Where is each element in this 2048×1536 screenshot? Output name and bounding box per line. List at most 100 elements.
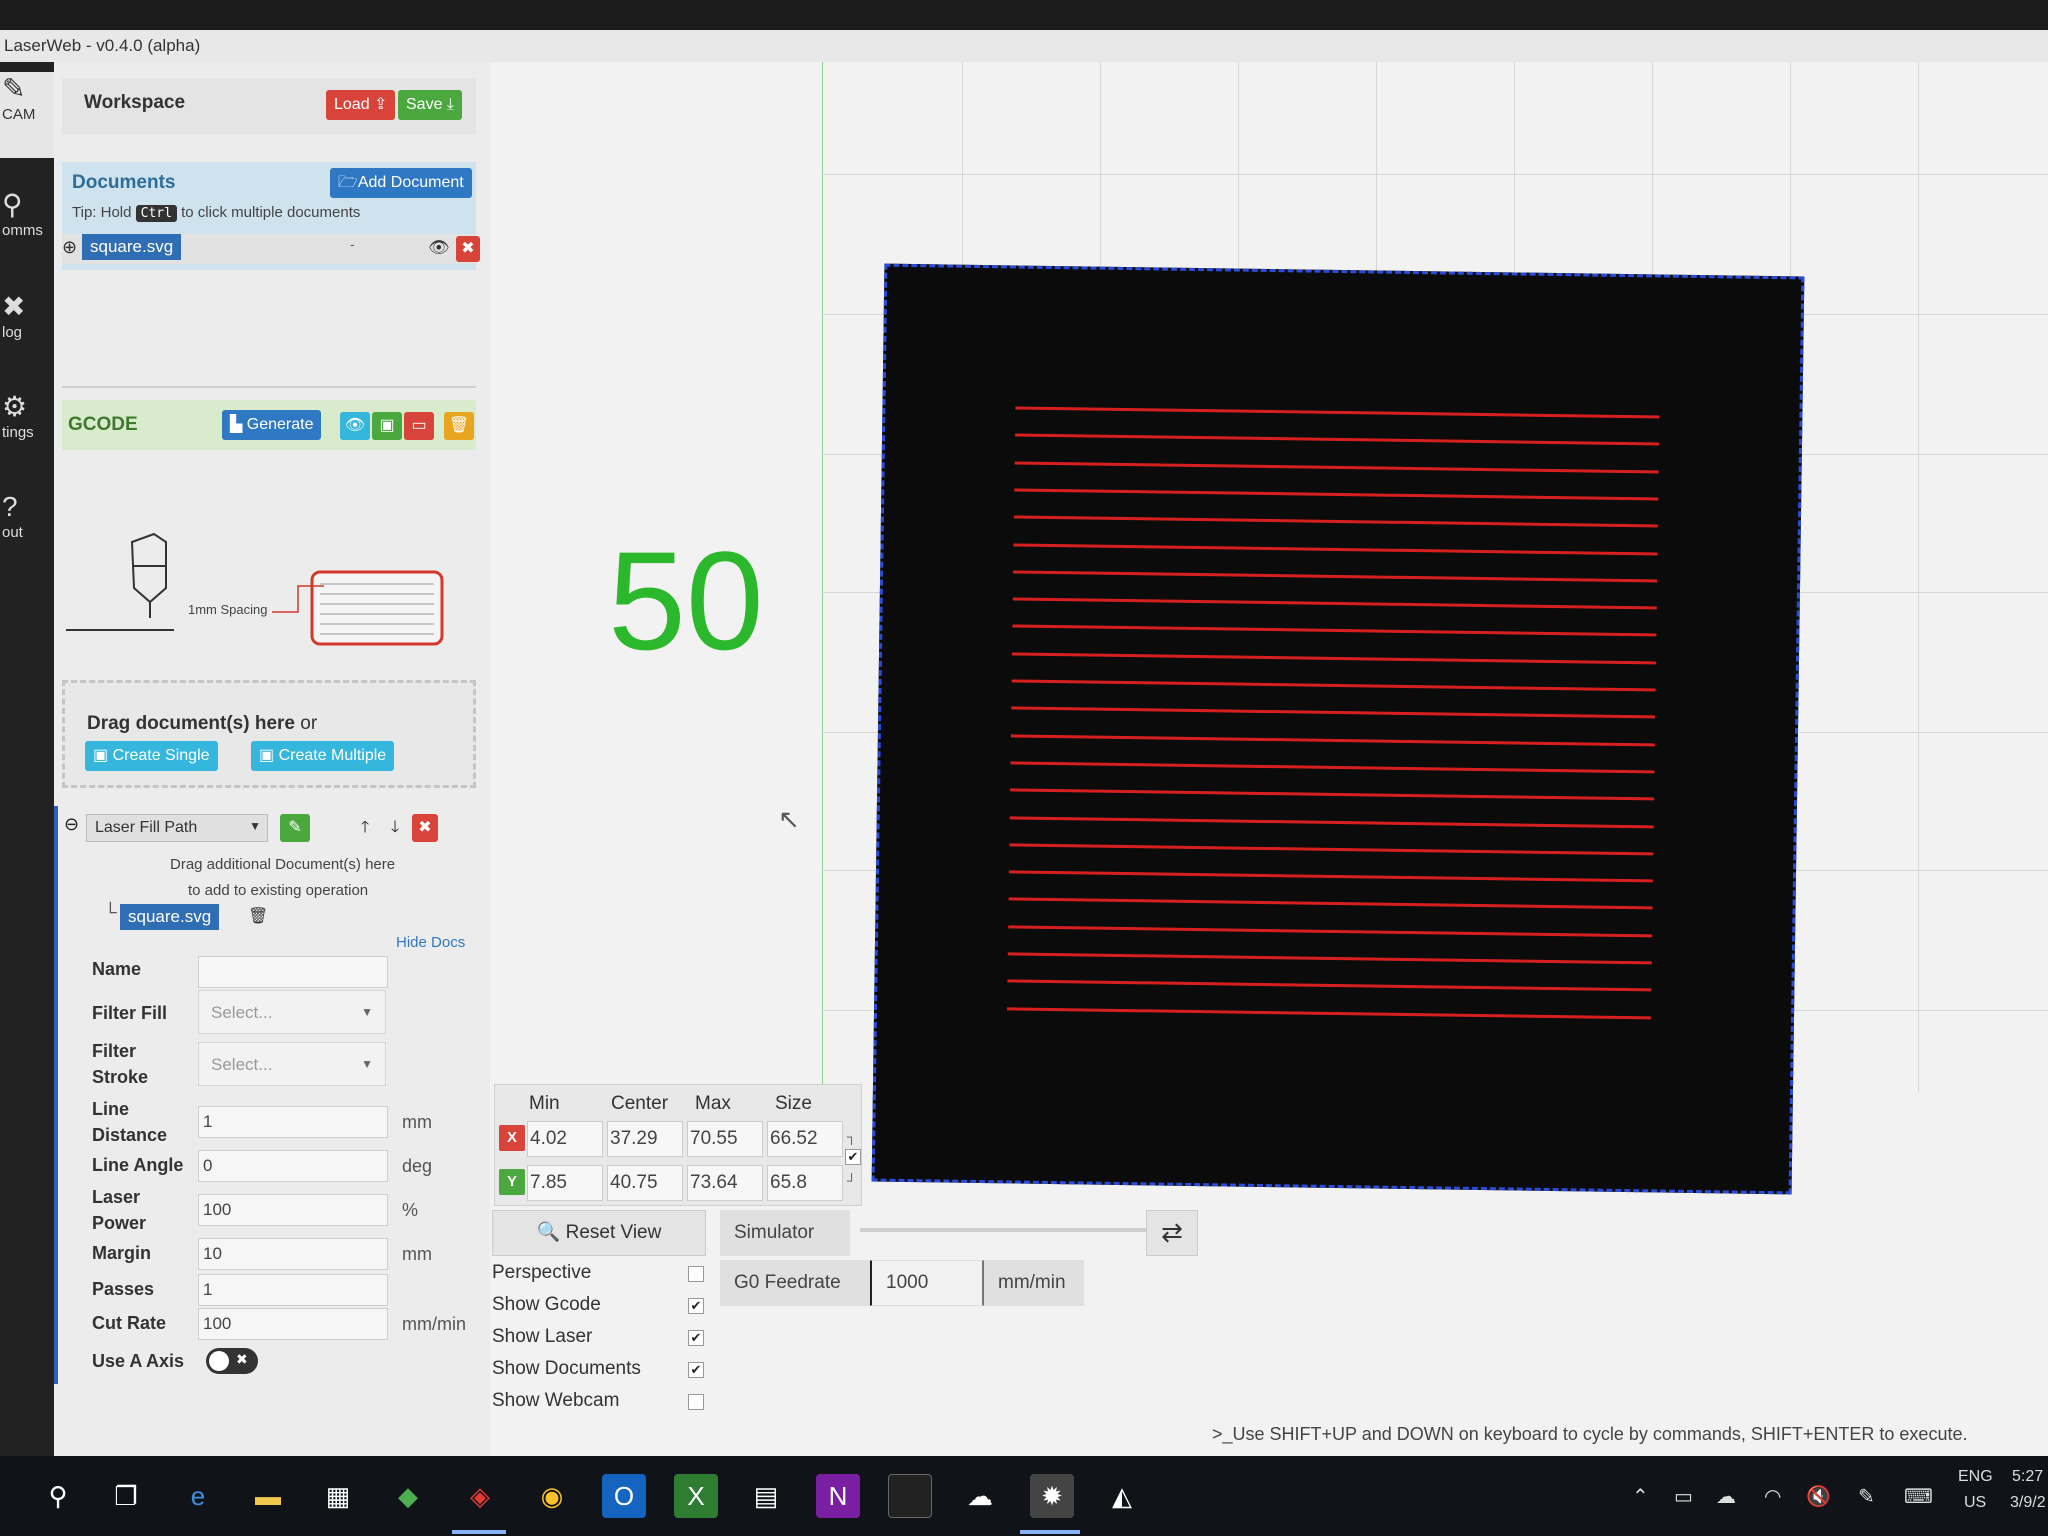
filter-stroke-select[interactable]: Select... ▼ (198, 1042, 386, 1086)
language-code[interactable]: ENG (1958, 1468, 1993, 1486)
y-size-input[interactable] (767, 1165, 843, 1201)
edge-browser-icon[interactable]: e (176, 1474, 220, 1518)
simulator-slider[interactable] (860, 1228, 1152, 1232)
move-up-arrow-icon[interactable]: 🡑 (350, 814, 380, 842)
perspective-checkbox[interactable] (688, 1266, 704, 1282)
operation-type-select[interactable]: Laser Fill Path ▼ (86, 814, 268, 842)
console-hint[interactable]: >_Use SHIFT+UP and DOWN on keyboard to c… (1212, 1424, 1967, 1445)
show-laser-row[interactable]: Show Laser ✔ (492, 1326, 704, 1348)
fill-path-line (1010, 761, 1655, 774)
x-center-input[interactable] (607, 1121, 683, 1157)
use-a-axis-toggle[interactable]: ✖ (206, 1348, 258, 1374)
passes-input[interactable] (198, 1274, 388, 1306)
margin-input[interactable] (198, 1238, 388, 1270)
search-icon[interactable]: ⚲ (36, 1474, 80, 1518)
ctrl-key-badge: Ctrl (135, 205, 177, 222)
create-single-button[interactable]: ▣ Create Single (85, 741, 218, 771)
line-distance-input[interactable] (198, 1106, 388, 1138)
add-document-button[interactable]: 🗁Add Document (330, 168, 472, 198)
y-min-input[interactable] (527, 1165, 603, 1201)
document-row[interactable]: ⊕ square.svg - 👁 ✖ (62, 234, 480, 264)
store-icon[interactable]: ▦ (316, 1474, 360, 1518)
operation-document-chip[interactable]: square.svg (120, 904, 220, 930)
x-size-input[interactable] (767, 1121, 843, 1157)
trash-icon[interactable]: 🗑 (444, 412, 474, 440)
windows-taskbar: ⚲ ❐ e ▬ ▦ ◆ ◈ ◉ O X ▤ N ☁ ✹ ◭ ⌃ ▭ ☁ ◠ 🔇 … (0, 1456, 2048, 1536)
swap-arrows-icon[interactable]: ⇄ (1146, 1210, 1198, 1256)
clock-time[interactable]: 5:27 (2012, 1468, 2043, 1486)
edit-operation-icon[interactable]: ✎ (280, 814, 310, 842)
app-icon[interactable]: ◈ (458, 1474, 502, 1518)
fill-path-line (1013, 542, 1658, 555)
clock-date[interactable]: 3/9/2 (2010, 1494, 2046, 1512)
terminal-icon[interactable] (888, 1474, 932, 1518)
show-webcam-row[interactable]: Show Webcam (492, 1390, 704, 1412)
rail-item-comms[interactable]: ⚲ omms (0, 188, 54, 274)
app-icon[interactable]: ◆ (386, 1474, 430, 1518)
images-icon: ▣ (259, 747, 275, 764)
line-angle-input[interactable] (198, 1150, 388, 1182)
language-region[interactable]: US (1964, 1494, 1986, 1512)
load-button[interactable]: Load ⇪ (326, 90, 396, 120)
visibility-eye-icon[interactable]: 👁 (428, 238, 450, 258)
workspace-viewport[interactable]: 50 ↖ Min Center Max Size X Y ┐ ✔ ┘ 🔍 Res… (490, 62, 2048, 1456)
lock-aspect-checkbox[interactable]: ✔ (845, 1149, 861, 1165)
x-max-input[interactable] (687, 1121, 763, 1157)
task-view-icon[interactable]: ❐ (104, 1474, 148, 1518)
show-gcode-checkbox[interactable]: ✔ (688, 1298, 704, 1314)
file-explorer-icon[interactable]: ▬ (246, 1474, 290, 1518)
outlook-icon[interactable]: O (602, 1474, 646, 1518)
filter-fill-select[interactable]: Select... ▼ (198, 990, 386, 1034)
toggle-off-x-icon: ✖ (236, 1351, 248, 1367)
excel-icon[interactable]: X (674, 1474, 718, 1518)
save-gcode-icon[interactable]: ▣ (372, 412, 402, 440)
reset-view-button[interactable]: 🔍 Reset View (492, 1210, 706, 1256)
mute-icon[interactable]: 🔇 (1806, 1484, 1831, 1509)
move-down-arrow-icon[interactable]: 🡓 (380, 814, 410, 842)
generate-button[interactable]: ▙ Generate (222, 410, 322, 440)
perspective-row[interactable]: Perspective (492, 1262, 704, 1284)
rail-item-settings[interactable]: ⚙ tings (0, 390, 54, 476)
y-max-input[interactable] (687, 1165, 763, 1201)
hide-docs-link[interactable]: Hide Docs (396, 934, 465, 951)
selected-document-preview[interactable] (871, 263, 1805, 1195)
g0-feedrate-input[interactable] (870, 1260, 984, 1306)
keyboard-icon[interactable]: ⌨ (1904, 1484, 1933, 1509)
chevron-up-icon[interactable]: ⌃ (1632, 1484, 1649, 1509)
rail-item-log[interactable]: ✖ log (0, 290, 54, 376)
document-name-chip[interactable]: square.svg (82, 234, 182, 260)
battery-icon[interactable]: ▭ (1674, 1484, 1693, 1509)
view-gcode-eye-icon[interactable]: 👁 (340, 412, 370, 440)
rail-item-cam[interactable]: ✎ CAM (0, 72, 54, 158)
cut-rate-input[interactable] (198, 1308, 388, 1340)
show-webcam-checkbox[interactable] (688, 1394, 704, 1410)
cloud-icon[interactable]: ☁ (1716, 1484, 1736, 1509)
open-folder-icon[interactable]: ▭ (404, 412, 434, 440)
expand-plus-icon[interactable]: ⊕ (62, 237, 77, 258)
fill-path-line (1008, 897, 1653, 910)
laserweb-icon[interactable]: ✹ (1030, 1474, 1074, 1518)
show-documents-checkbox[interactable]: ✔ (688, 1362, 704, 1378)
app-icon[interactable]: ☁ (958, 1474, 1002, 1518)
pen-icon[interactable]: ✎ (1858, 1484, 1875, 1509)
show-documents-row[interactable]: Show Documents ✔ (492, 1358, 704, 1380)
remove-doc-trash-icon[interactable]: 🗑 (248, 906, 268, 926)
document-drop-zone[interactable]: Drag document(s) here or ▣ Create Single… (62, 680, 476, 788)
collapse-minus-icon[interactable]: ⊖ (64, 814, 79, 835)
create-multiple-button[interactable]: ▣ Create Multiple (251, 741, 395, 771)
delete-operation-icon[interactable]: ✖ (412, 814, 438, 842)
name-input[interactable] (198, 956, 388, 988)
show-gcode-row[interactable]: Show Gcode ✔ (492, 1294, 704, 1316)
y-center-input[interactable] (607, 1165, 683, 1201)
remove-document-button[interactable]: ✖ (456, 236, 480, 262)
show-laser-checkbox[interactable]: ✔ (688, 1330, 704, 1346)
wifi-icon[interactable]: ◠ (1764, 1484, 1781, 1509)
app-icon[interactable]: ◭ (1100, 1474, 1144, 1518)
calculator-icon[interactable]: ▤ (744, 1474, 788, 1518)
x-min-input[interactable] (527, 1121, 603, 1157)
rail-item-about[interactable]: ? out (0, 490, 54, 576)
chrome-icon[interactable]: ◉ (530, 1474, 574, 1518)
onenote-icon[interactable]: N (816, 1474, 860, 1518)
save-button[interactable]: Save ⤓ (398, 90, 462, 120)
laser-power-input[interactable] (198, 1194, 388, 1226)
